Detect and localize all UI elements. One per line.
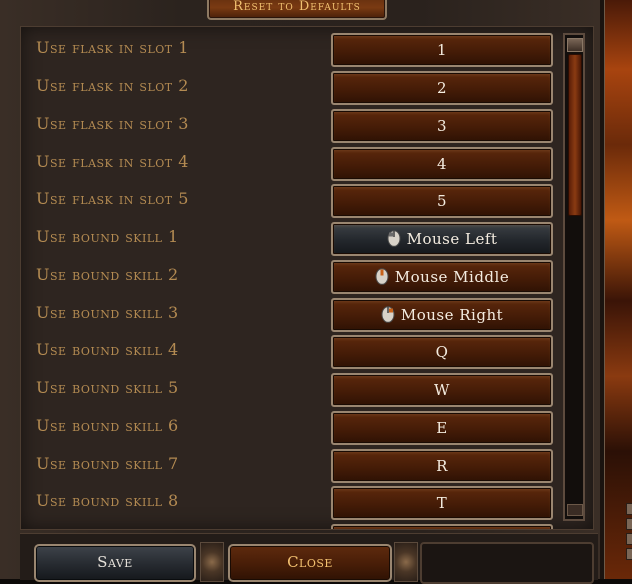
footer-bar: Save Close [20,533,598,584]
binding-action-label: Use bound skill 3 [36,303,179,322]
binding-action-label: Use bound skill 2 [36,265,179,284]
binding-action-label: Use flask in slot 5 [36,189,189,208]
keybindings-list: Use flask in slot 1 1 Use flask in slot … [20,26,594,530]
scroll-up-button[interactable] [567,38,583,52]
background-edge [600,0,632,579]
key-button[interactable]: Mouse Left [331,222,553,256]
binding-row: Use flask in slot 1 1 [21,29,561,67]
save-button[interactable]: Save [34,544,196,582]
key-label: 3 [436,117,448,135]
key-label: T [436,494,448,512]
key-button[interactable]: T [331,486,553,520]
key-label: R [436,457,448,475]
mouse-icon [387,230,401,247]
key-label: 2 [436,79,448,97]
scroll-down-button[interactable] [567,504,583,516]
ornament-decoration [394,542,418,582]
binding-action-label: Use bound skill 5 [36,378,179,397]
binding-row: Use bound skill 2 Mouse Middle [21,256,561,294]
frame-notch [626,518,632,530]
key-label: W [434,381,450,399]
key-button[interactable]: 3 [331,109,553,143]
binding-row: Use bound skill 1 Mouse Left [21,218,561,256]
key-button[interactable]: R [331,449,553,483]
binding-row: Use flask in slot 5 5 [21,180,561,218]
binding-action-label: Use flask in slot 3 [36,114,189,133]
frame-notch [626,503,632,515]
binding-action-label: Use bound skill 4 [36,340,179,359]
scroll-thumb[interactable] [568,54,582,216]
binding-row: Use bound skill 4 Q [21,331,561,369]
key-label: 1 [436,41,448,59]
binding-action-label: Use flask in slot 1 [36,38,189,57]
close-button[interactable]: Close [228,544,392,582]
binding-action-label: Use flask in slot 4 [36,152,189,171]
binding-row: Use bound skill 8 T [21,482,561,520]
key-label: 4 [436,155,448,173]
key-button[interactable]: 4 [331,147,553,181]
key-button[interactable]: Mouse Middle [331,260,553,294]
key-button[interactable]: W [331,373,553,407]
binding-row: Use flask in slot 2 2 [21,67,561,105]
key-button[interactable] [331,524,553,529]
key-label: Mouse Right [400,306,504,324]
binding-action-label: Use bound skill 8 [36,491,179,510]
key-label: Q [435,343,449,361]
binding-action-label: Use bound skill 1 [36,227,179,246]
key-label: E [436,419,448,437]
binding-action-label: Use bound skill 6 [36,416,179,435]
keybindings-window: Reset to Defaults Use flask in slot 1 1 … [0,0,602,584]
reset-to-defaults-button[interactable]: Reset to Defaults [207,0,387,20]
frame-notch [626,533,632,545]
ornament-decoration [200,542,224,582]
key-button[interactable]: E [331,411,553,445]
footer-empty-slot [420,542,594,584]
mouse-icon [375,268,389,285]
key-button[interactable]: Mouse Right [331,298,553,332]
binding-row: Use flask in slot 3 3 [21,105,561,143]
binding-row: Use bound skill 7 R [21,445,561,483]
binding-row: Use bound skill 6 E [21,407,561,445]
key-label: Mouse Left [406,230,498,248]
key-label: 5 [436,192,448,210]
binding-row: Use bound skill 5 W [21,369,561,407]
binding-row: Use bound skill 3 Mouse Right [21,294,561,332]
binding-row-partial [21,520,561,529]
binding-row: Use flask in slot 4 4 [21,143,561,181]
key-button[interactable]: Q [331,335,553,369]
mouse-icon [381,306,395,323]
key-button[interactable]: 5 [331,184,553,218]
frame-notch [626,548,632,560]
binding-action-label: Use flask in slot 2 [36,76,189,95]
scrollbar[interactable] [563,33,585,521]
key-button[interactable]: 2 [331,71,553,105]
key-label: Mouse Middle [394,268,510,286]
key-button[interactable]: 1 [331,33,553,67]
binding-action-label: Use bound skill 7 [36,454,179,473]
